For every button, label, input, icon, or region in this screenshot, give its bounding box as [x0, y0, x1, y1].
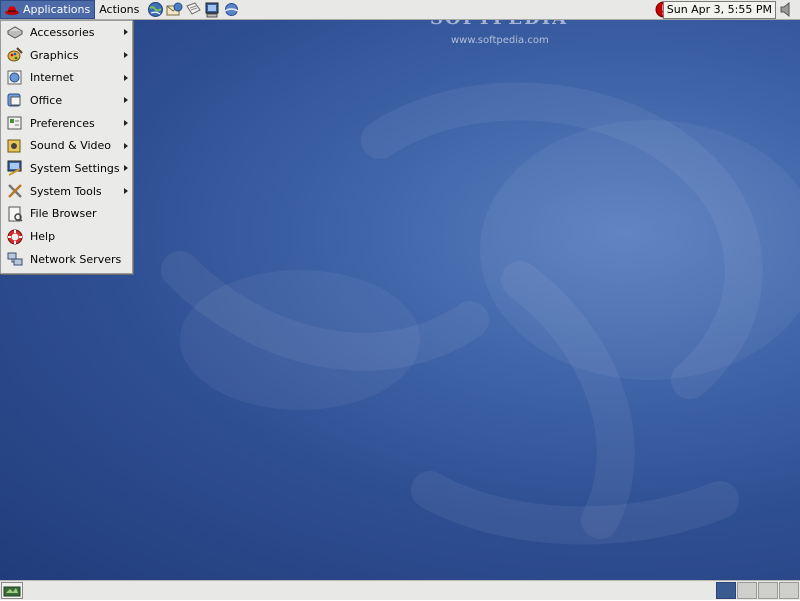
menu-item-label: System Settings: [30, 161, 120, 175]
terminal-icon[interactable]: [204, 1, 221, 18]
submenu-arrow-icon: [124, 74, 128, 81]
workspace-switcher: [715, 582, 799, 599]
submenu-arrow-icon: [124, 165, 128, 172]
menu-item-label: Internet: [30, 71, 74, 85]
menu-item-graphics[interactable]: Graphics: [1, 44, 132, 67]
menu-item-label: Office: [30, 93, 63, 107]
volume-icon[interactable]: [780, 2, 794, 17]
menu-item-system-tools[interactable]: System Tools: [1, 180, 132, 203]
internet-icon: [7, 70, 22, 85]
menu-item-label: Graphics: [30, 48, 79, 62]
preferences-icon: [7, 116, 22, 130]
submenu-arrow-icon: [124, 188, 128, 195]
menu-item-label: Preferences: [30, 116, 95, 130]
workspace-3[interactable]: [758, 582, 778, 599]
system-tools-icon: [8, 184, 22, 199]
email-icon[interactable]: [166, 1, 183, 18]
menu-item-label: Network Servers: [30, 252, 122, 266]
network-icon[interactable]: [223, 1, 240, 18]
help-icon: [7, 229, 23, 245]
show-desktop-button[interactable]: [1, 582, 23, 599]
submenu-arrow-icon: [124, 97, 128, 104]
actions-label: Actions: [99, 3, 140, 16]
menu-item-system-settings[interactable]: System Settings: [1, 157, 132, 180]
office-icon: [7, 93, 21, 107]
menu-item-label: Sound & Video: [30, 139, 112, 153]
menu-item-file-browser[interactable]: File Browser: [1, 203, 132, 226]
clock[interactable]: Sun Apr 3, 5:55 PM: [662, 1, 776, 19]
top-panel: Applications Actions Sun Apr 3, 5:55 PM: [0, 0, 800, 20]
web-browser-icon[interactable]: [147, 1, 164, 18]
bottom-panel: [0, 580, 800, 600]
submenu-arrow-icon: [124, 142, 128, 149]
submenu-arrow-icon: [124, 52, 128, 59]
menu-item-label: File Browser: [30, 207, 97, 221]
system-settings-icon: [7, 160, 22, 177]
menu-item-help[interactable]: Help: [1, 225, 132, 248]
menu-item-internet[interactable]: Internet: [1, 66, 132, 89]
softpedia-watermark: SOFTPEDIA: [430, 20, 568, 29]
network-servers-icon: [7, 252, 23, 266]
sound-video-icon: [7, 139, 21, 153]
file-browser-icon: [8, 206, 23, 222]
workspace-4[interactable]: [779, 582, 799, 599]
menu-item-accessories[interactable]: Accessories: [1, 21, 132, 44]
workspace-2[interactable]: [737, 582, 757, 599]
menu-item-sound-video[interactable]: Sound & Video: [1, 134, 132, 157]
workspace-1[interactable]: [716, 582, 736, 599]
softpedia-url: www.softpedia.com: [451, 35, 549, 46]
applications-menu: Accessories Graphics Internet Office Pre…: [0, 20, 133, 274]
red-hat-icon: [5, 5, 19, 15]
accessories-icon: [6, 26, 24, 39]
menu-item-office[interactable]: Office: [1, 89, 132, 112]
menu-item-preferences[interactable]: Preferences: [1, 112, 132, 135]
submenu-arrow-icon: [124, 120, 128, 127]
applications-menu-button[interactable]: Applications: [0, 0, 96, 19]
menu-item-label: Help: [30, 230, 56, 244]
applications-label: Applications: [23, 3, 91, 16]
graphics-icon: [7, 47, 23, 62]
menu-item-label: System Tools: [30, 184, 102, 198]
show-desktop-icon: [3, 586, 21, 597]
menu-item-label: Accessories: [30, 25, 95, 39]
menu-item-network-servers[interactable]: Network Servers: [1, 248, 132, 271]
text-editor-icon[interactable]: [185, 1, 202, 18]
submenu-arrow-icon: [124, 29, 128, 36]
actions-menu-button[interactable]: Actions: [95, 0, 143, 19]
